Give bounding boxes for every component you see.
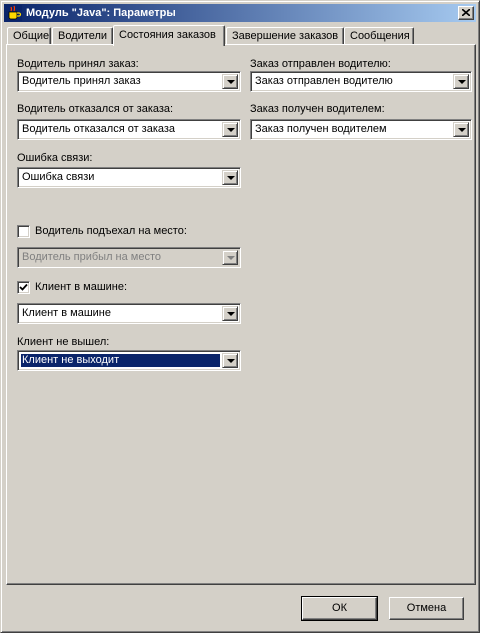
java-cup-icon [6,5,22,21]
order-received-label: Заказ получен водителем: [250,103,385,115]
client-in-car-select[interactable]: Клиент в машине [17,303,241,324]
driver-accepted-select[interactable]: Водитель принял заказ [17,71,241,92]
close-button[interactable] [458,6,474,20]
close-icon [461,7,471,19]
tab-label: Сообщения [350,30,410,42]
tab-messages[interactable]: Сообщения [344,27,414,45]
chevron-down-icon[interactable] [222,353,238,368]
order-received-value: Заказ получен водителем [255,123,387,135]
order-sent-label: Заказ отправлен водителю: [250,58,391,70]
connection-error-value: Ошибка связи [22,171,95,183]
driver-accepted-value: Водитель принял заказ [22,75,141,87]
tab-drivers[interactable]: Водители [52,27,113,45]
tab-label: Водители [58,30,108,42]
client-in-car-value: Клиент в машине [22,307,111,319]
tab-label: Состояния заказов [119,29,216,41]
driver-refused-label: Водитель отказался от заказа: [17,103,174,115]
ok-button[interactable]: ОК [301,596,378,621]
tab-order-completion[interactable]: Завершение заказов [226,27,344,45]
order-sent-value: Заказ отправлен водителю [255,75,393,87]
chevron-down-icon[interactable] [222,122,238,137]
tab-strip: Общие Водители Состояния заказов Заверше… [7,25,477,46]
cancel-button[interactable]: Отмена [389,597,464,620]
tab-label: Завершение заказов [232,30,339,42]
client-no-show-label: Клиент не вышел: [17,336,110,348]
chevron-down-icon[interactable] [222,170,238,185]
chevron-down-icon[interactable] [453,122,469,137]
tab-order-states[interactable]: Состояния заказов [113,25,225,46]
order-sent-select[interactable]: Заказ отправлен водителю [250,71,472,92]
order-received-select[interactable]: Заказ получен водителем [250,119,472,140]
connection-error-select[interactable]: Ошибка связи [17,167,241,188]
client-no-show-select[interactable]: Клиент не выходит [17,350,241,371]
driver-arrived-select: Водитель прибыл на место [17,247,241,268]
driver-arrived-value: Водитель прибыл на место [22,251,162,263]
chevron-down-icon[interactable] [222,74,238,89]
driver-accepted-label: Водитель принял заказ: [17,58,139,70]
chevron-down-icon[interactable] [222,306,238,321]
driver-arrived-label[interactable]: Водитель подъехал на место: [35,225,187,237]
tab-general[interactable]: Общие [7,27,51,45]
tab-panel-order-states: Водитель принял заказ: Водитель принял з… [6,44,476,585]
driver-refused-select[interactable]: Водитель отказался от заказа [17,119,241,140]
chevron-down-icon[interactable] [453,74,469,89]
chevron-down-icon [222,250,238,265]
checkmark-icon [19,283,28,291]
tab-label: Общие [13,30,50,42]
dialog-window: Модуль "Java": Параметры Общие Водители … [0,0,480,633]
client-in-car-checkbox[interactable] [17,281,30,294]
driver-refused-value: Водитель отказался от заказа [22,123,176,135]
client-no-show-value: Клиент не выходит [21,354,220,367]
title-bar[interactable]: Модуль "Java": Параметры [4,4,476,22]
driver-arrived-checkbox[interactable] [17,225,30,238]
connection-error-label: Ошибка связи: [17,152,93,164]
window-title: Модуль "Java": Параметры [26,7,176,19]
client-in-car-label[interactable]: Клиент в машине: [35,281,127,293]
